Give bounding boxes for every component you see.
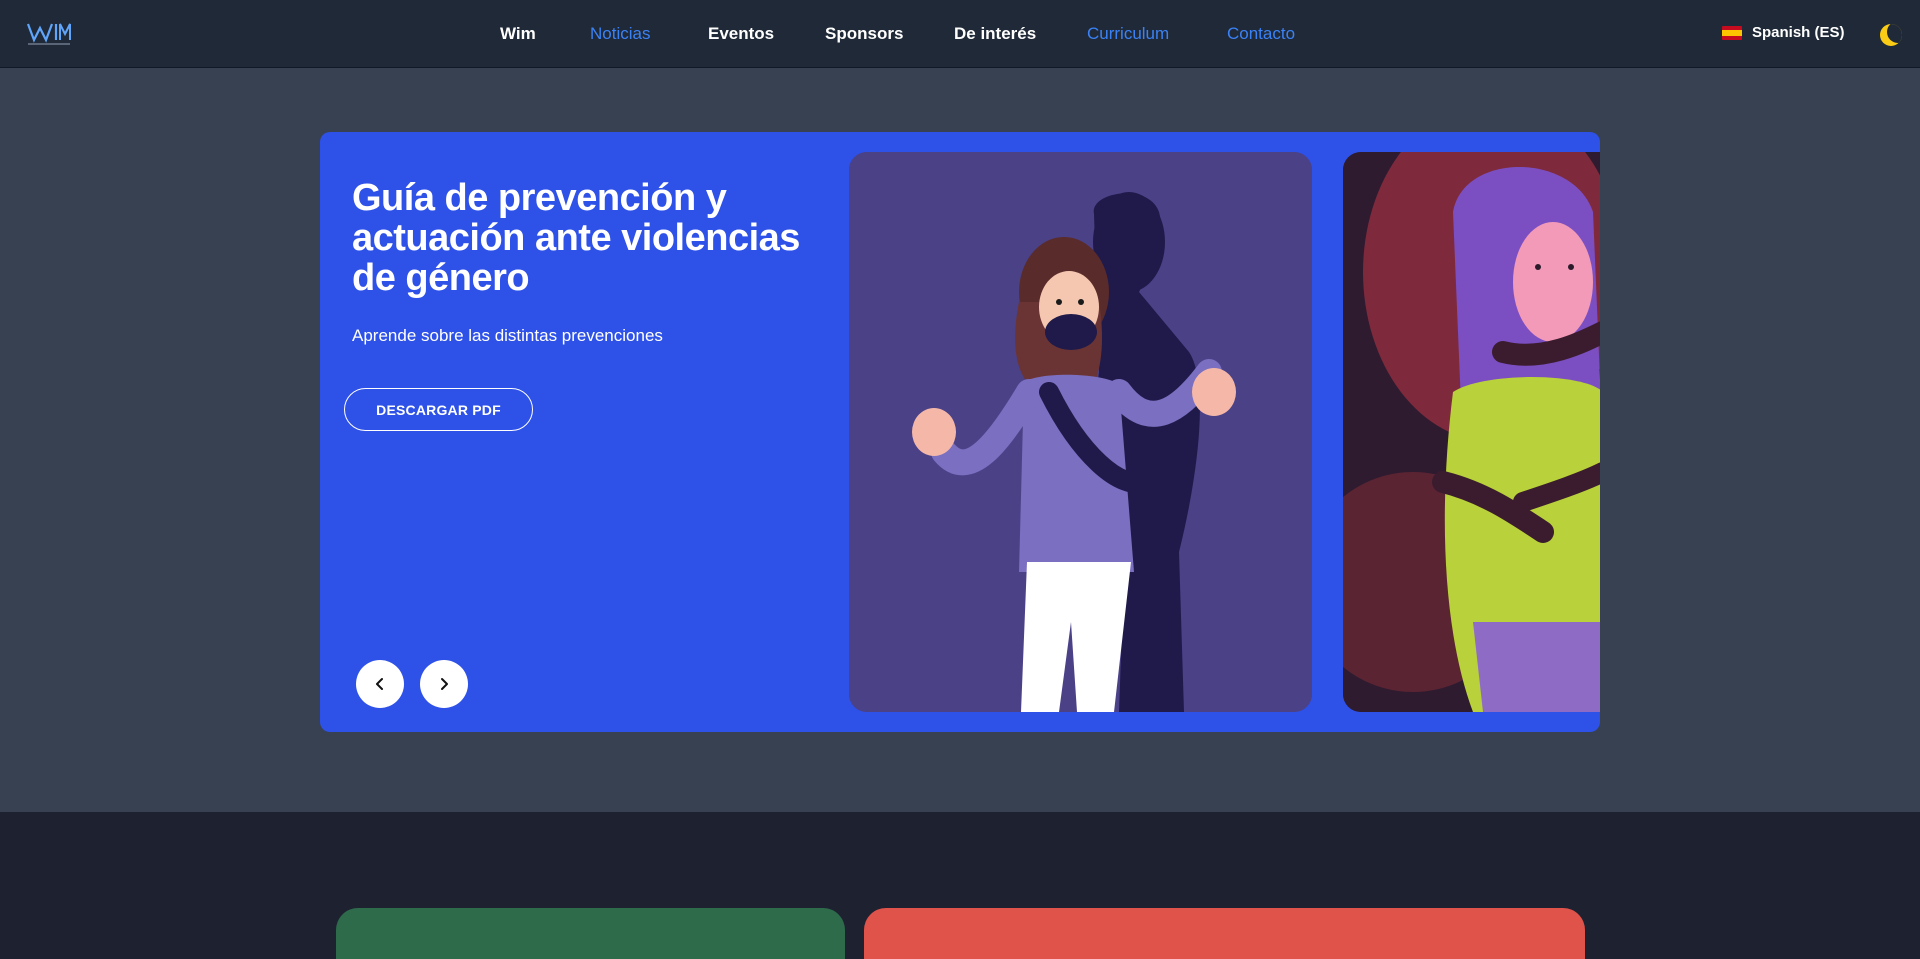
top-navbar: Wim Noticias Eventos Sponsors De interés… [0,0,1920,68]
spain-flag-icon [1722,25,1742,40]
language-selector[interactable]: Spanish (ES) [1722,24,1845,41]
nav-link-eventos[interactable]: Eventos [708,24,774,44]
download-pdf-button[interactable]: DESCARGAR PDF [344,388,533,431]
feature-card-green[interactable] [336,908,845,959]
language-label: Spanish (ES) [1752,24,1845,41]
chevron-left-icon [376,678,383,690]
main-nav: Wim Noticias Eventos Sponsors De interés… [0,0,1920,68]
features-section [0,812,1920,959]
slide-illustration-next[interactable] [1343,152,1600,712]
carousel-prev-button[interactable] [356,660,404,708]
chevron-right-icon [441,678,448,690]
nav-link-contacto[interactable]: Contacto [1227,24,1295,44]
abuse-illustration [1343,152,1600,712]
carousel-next-button[interactable] [420,660,468,708]
hero-title: Guía de prevención y actuación ante viol… [352,177,800,299]
harassment-illustration [849,152,1312,712]
nav-link-noticias[interactable]: Noticias [590,24,650,44]
hero-carousel: Guía de prevención y actuación ante viol… [320,132,1600,732]
hero-subtitle: Aprende sobre las distintas prevenciones [352,326,663,345]
nav-link-curriculum[interactable]: Curriculum [1087,24,1169,44]
slide-illustration-active[interactable] [849,152,1312,712]
nav-link-de-interes[interactable]: De interés [954,24,1036,44]
feature-card-red[interactable] [864,908,1585,959]
nav-link-sponsors[interactable]: Sponsors [825,24,903,44]
moon-icon[interactable] [1880,24,1902,46]
nav-link-wim[interactable]: Wim [500,24,536,44]
